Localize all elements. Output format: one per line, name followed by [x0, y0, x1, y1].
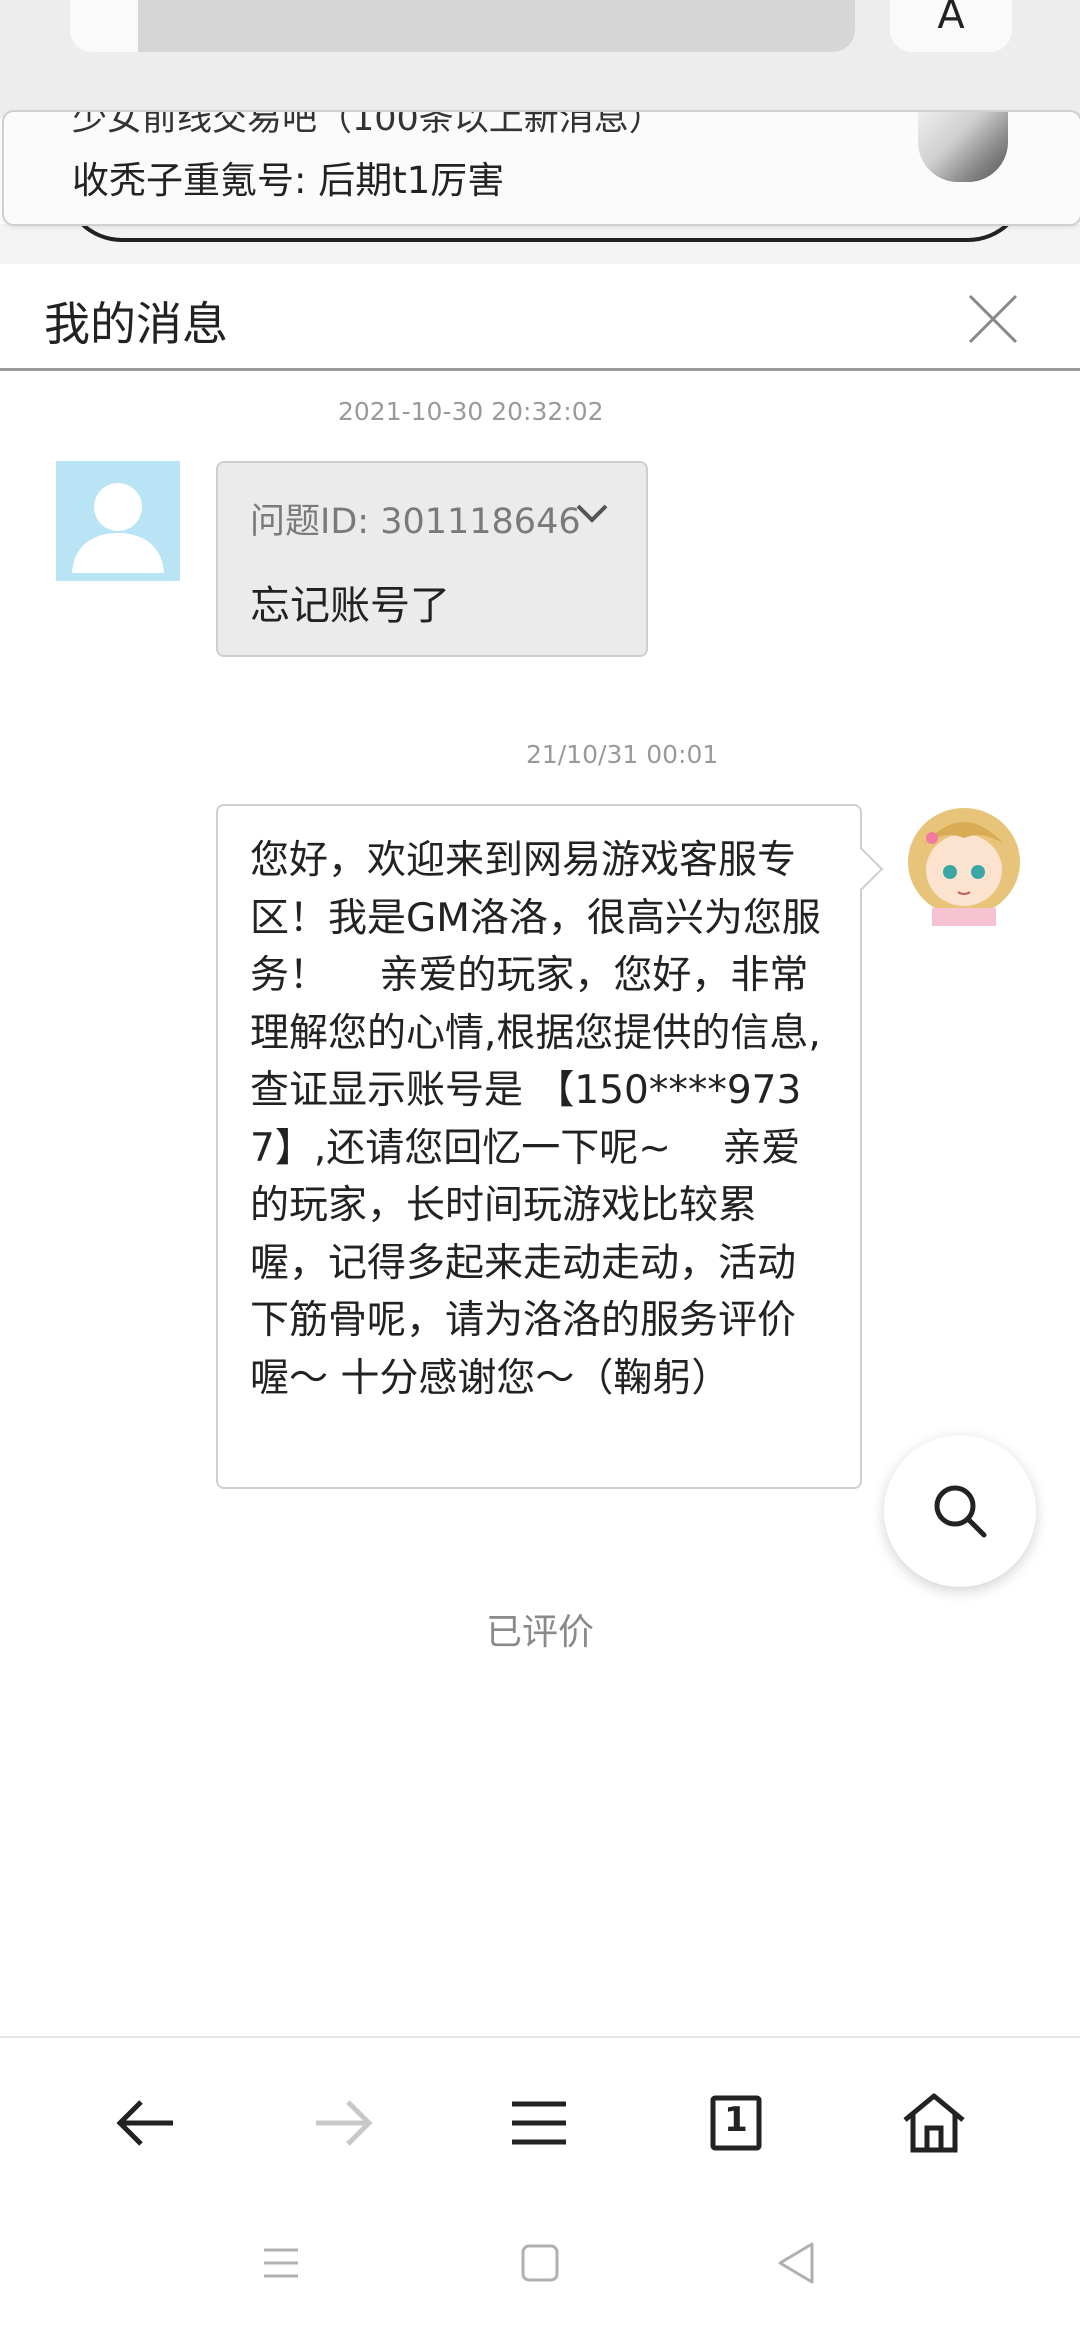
back-arrow-icon[interactable] [111, 2088, 181, 2158]
chat-area[interactable]: 2021-10-30 20:32:02 问题ID: 301118646 忘记账号… [0, 371, 1080, 2036]
rated-status: 已评价 [485, 1612, 594, 1653]
notification-card[interactable]: 少女前线交易吧（100条以上新消息） 收秃子重氪号: 后期t1厉害 [2, 110, 1080, 226]
reader-mode-button[interactable]: A [890, 0, 1012, 52]
tabs-button[interactable]: 1 [701, 2088, 771, 2158]
user-message-bubble: 问题ID: 301118646 忘记账号了 [216, 461, 648, 657]
home-square-icon[interactable] [515, 2238, 565, 2288]
search-icon [934, 1485, 987, 1538]
browser-top-bar: A [0, 0, 1080, 118]
gm-girl-icon [902, 804, 1026, 926]
close-icon[interactable] [966, 292, 1020, 346]
user-message-text: 忘记账号了 [250, 583, 450, 629]
messages-header: 我的消息 [0, 264, 1080, 371]
user-silhouette-icon [72, 483, 164, 573]
gm-message-bubble: 您好，欢迎来到网易游戏客服专区！我是GM洛洛，很高兴为您服务！ 亲爱的玩家，您好… [216, 804, 884, 1489]
address-bar-progress [138, 0, 855, 52]
recents-icon[interactable] [256, 2238, 306, 2288]
browser-bottom-nav: 1 [0, 2036, 1080, 2198]
bubble-tail [840, 847, 884, 891]
address-bar[interactable] [70, 0, 855, 52]
chevron-down-icon[interactable] [574, 501, 610, 525]
gm-message-text: 您好，欢迎来到网易游戏客服专区！我是GM洛洛，很高兴为您服务！ 亲爱的玩家，您好… [250, 838, 821, 1401]
notification-line-1: 少女前线交易吧（100条以上新消息） [72, 110, 664, 139]
forward-arrow-icon[interactable] [308, 2088, 378, 2158]
question-id: 问题ID: 301118646 [250, 502, 581, 542]
notification-avatar [918, 112, 1008, 182]
tab-count: 1 [724, 2100, 748, 2140]
system-navigation-bar [0, 2196, 1080, 2340]
menu-icon[interactable] [504, 2088, 574, 2158]
page-title: 我的消息 [44, 297, 228, 351]
message-timestamp: 21/10/31 00:01 [526, 740, 719, 769]
message-timestamp: 2021-10-30 20:32:02 [338, 397, 604, 426]
back-triangle-icon[interactable] [772, 2238, 822, 2288]
search-button[interactable] [884, 1435, 1036, 1587]
home-icon[interactable] [899, 2088, 969, 2158]
user-avatar [56, 461, 180, 581]
gm-avatar [902, 804, 1026, 926]
notification-line-2: 收秃子重氪号: 后期t1厉害 [72, 159, 505, 202]
